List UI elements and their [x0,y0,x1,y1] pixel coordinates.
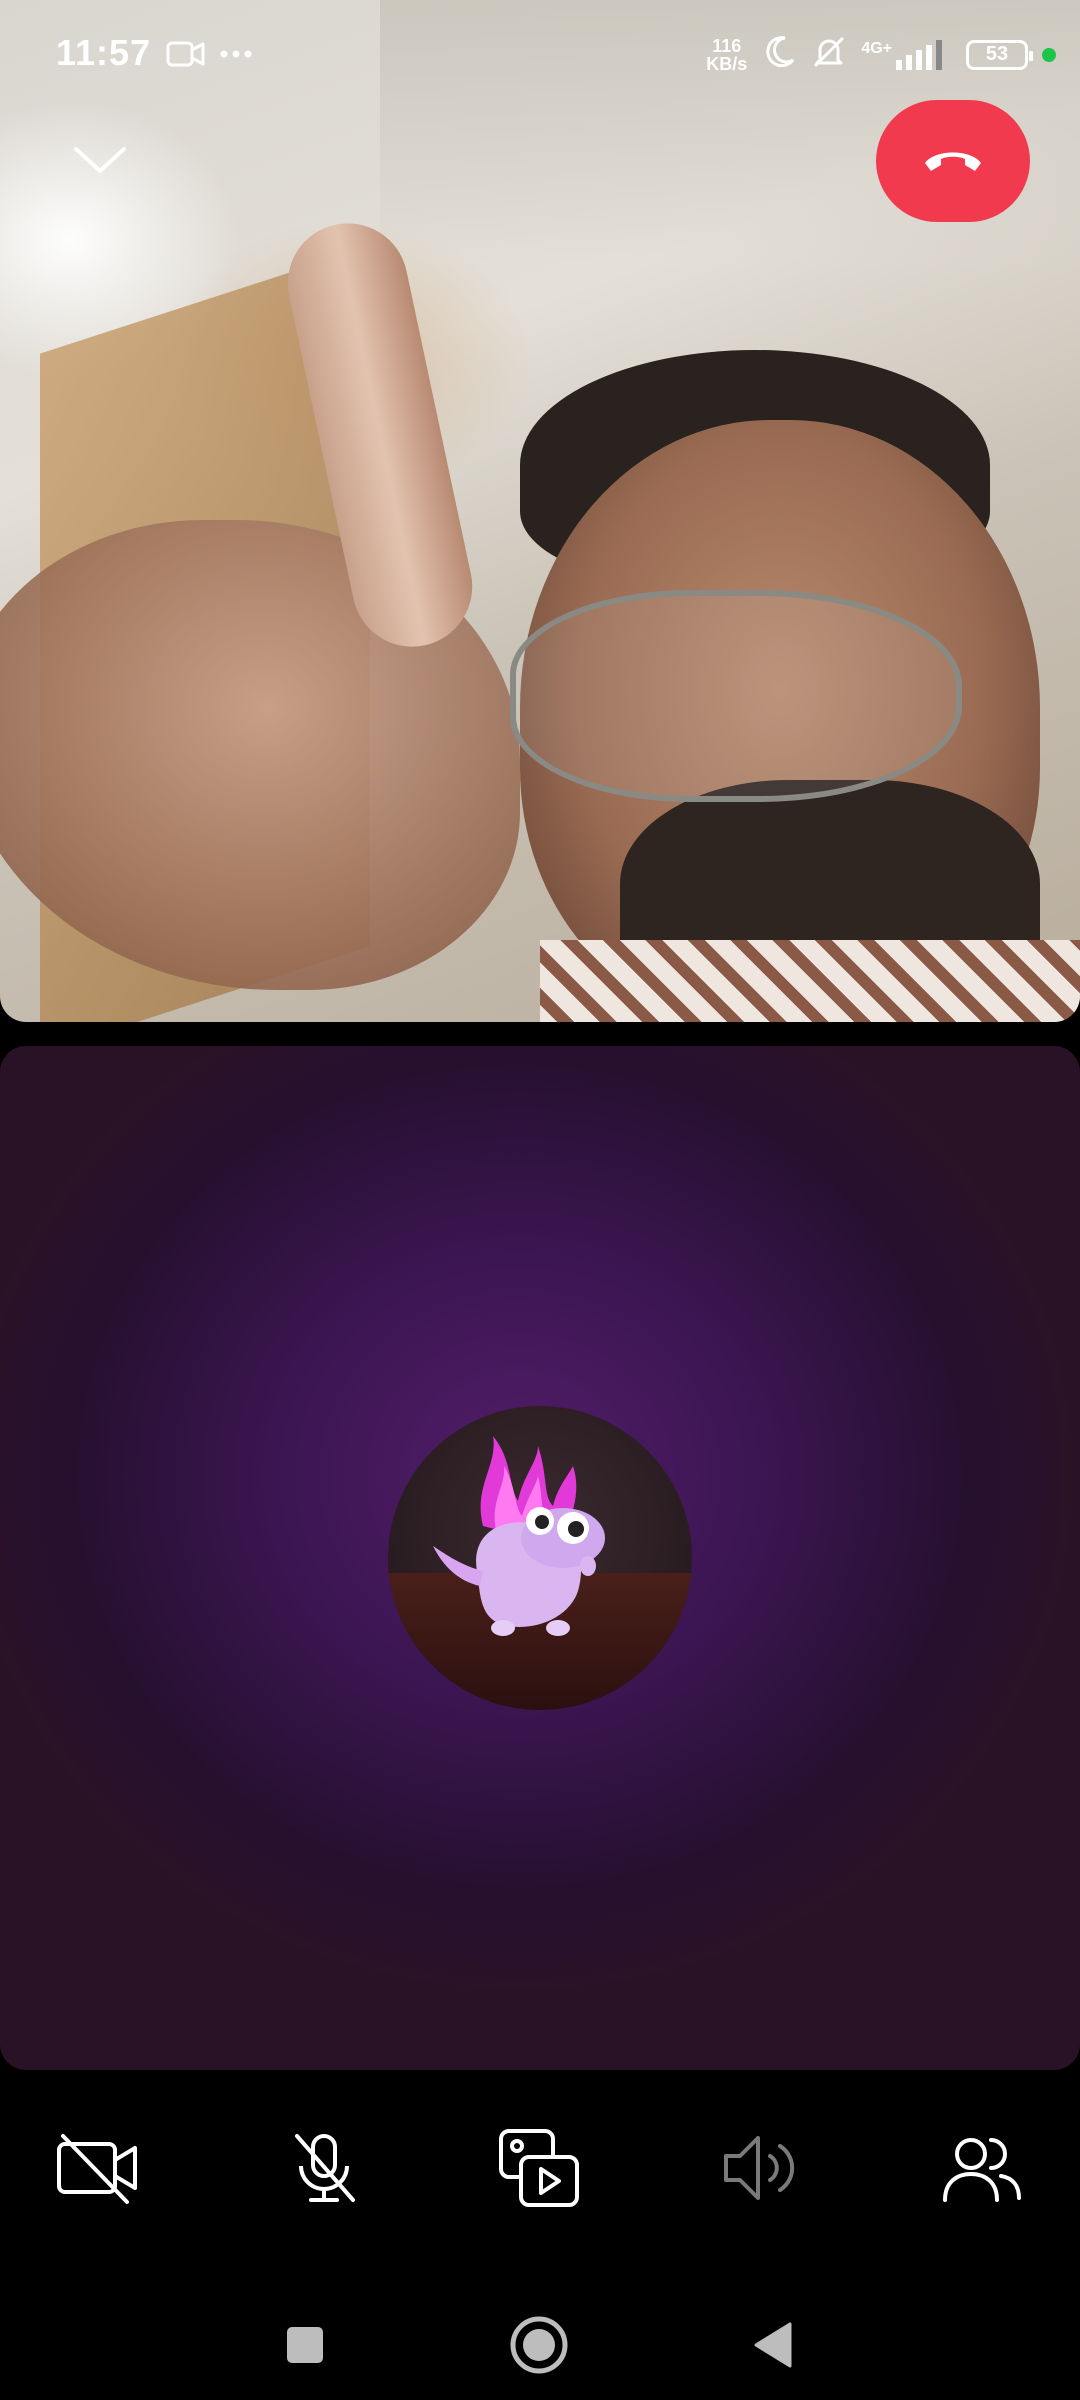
video-subject-shirt [540,940,1080,1022]
back-button[interactable] [738,2310,808,2380]
video-subject-glasses [510,590,962,802]
recents-square-icon [287,2327,323,2363]
hang-up-icon [925,152,981,171]
network-speed: 116 KB/s [706,37,747,73]
local-video-tile[interactable] [0,1046,1080,2070]
end-call-button[interactable] [876,100,1030,222]
people-icon [943,2138,1021,2202]
status-bar: 11:57 116 KB/s 4G+ 53 [0,0,1080,108]
battery-level: 53 [985,43,1009,65]
network-speed-unit: KB/s [706,53,748,74]
video-call-icon [166,40,206,73]
network-type: 4G+ [861,39,892,57]
camera-toggle-button[interactable] [50,2120,146,2216]
back-triangle-icon [754,2322,792,2368]
share-media-button[interactable] [492,2120,588,2216]
speaker-toggle-button[interactable] [712,2120,808,2216]
video-off-icon [57,2134,137,2204]
user-avatar [388,1406,692,1710]
status-icons: 116 KB/s 4G+ 53 [706,34,1056,75]
status-time: 11:57 [56,32,152,73]
home-circle-icon [510,2316,568,2374]
signal-icon: 4G+ [861,39,952,70]
network-speed-value: 116 [712,35,742,56]
call-controls [0,2090,1080,2230]
bell-off-icon [811,34,847,75]
system-nav-bar [0,2290,1080,2400]
speaker-icon [724,2136,795,2200]
mic-toggle-button[interactable] [276,2120,372,2216]
recents-button[interactable] [270,2310,340,2380]
battery-icon: 53 [966,39,1033,70]
mic-off-icon [295,2134,355,2202]
more-dots-icon [218,28,254,77]
home-button[interactable] [504,2310,574,2380]
privacy-dot-icon [1042,47,1056,62]
media-share-icon [499,2129,579,2207]
participants-button[interactable] [934,2120,1030,2216]
chevron-down-icon [74,147,126,173]
collapse-call-button[interactable] [60,130,140,190]
moon-icon [761,34,797,75]
avatar-character-image [433,1436,605,1636]
